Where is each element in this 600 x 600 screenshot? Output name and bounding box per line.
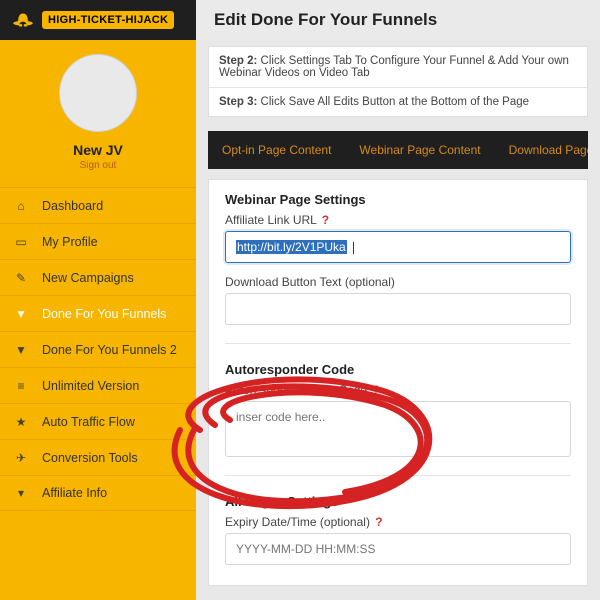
tab-webinar[interactable]: Webinar Page Content (345, 131, 494, 169)
section-title: Autoresponder Code (225, 362, 571, 377)
unlimited-icon: ≡ (14, 379, 28, 393)
sidebar-item-funnels[interactable]: ▼ Done For You Funnels (0, 295, 196, 331)
sidebar-item-label: Done For You Funnels 2 (42, 343, 177, 357)
affiliate-icon: ▾ (14, 486, 28, 500)
signout-link[interactable]: Sign out (80, 160, 117, 171)
sidebar: HIGH-TICKET-HIJACK New JV Sign out ⌂ Das… (0, 0, 196, 600)
sidebar-item-label: Auto Traffic Flow (42, 415, 135, 429)
all-pages-block: All Pages Settings Expiry Date/Time (opt… (225, 494, 571, 565)
step-text: Click Settings Tab To Configure Your Fun… (219, 55, 569, 79)
sidebar-item-label: Done For You Funnels (42, 307, 166, 321)
pencil-icon: ✎ (14, 271, 28, 285)
sidebar-nav: ⌂ Dashboard ▭ My Profile ✎ New Campaigns… (0, 187, 196, 511)
traffic-icon: ★ (14, 415, 28, 429)
webinar-settings-block: Webinar Page Settings Affiliate Link URL… (225, 192, 571, 325)
sidebar-item-label: New Campaigns (42, 271, 134, 285)
field-label: Download Button Text (optional) (225, 275, 571, 289)
sidebar-item-my-profile[interactable]: ▭ My Profile (0, 223, 196, 259)
step-label: Step 3: (219, 96, 257, 108)
sidebar-item-unlimited[interactable]: ≡ Unlimited Version (0, 367, 196, 403)
section-title: Webinar Page Settings (225, 192, 571, 207)
sidebar-item-funnels-2[interactable]: ▼ Done For You Funnels 2 (0, 331, 196, 367)
section-title: All Pages Settings (225, 494, 571, 509)
step-label: Step 2: (219, 55, 257, 67)
help-icon[interactable]: ? (372, 383, 379, 397)
divider (225, 475, 571, 476)
label-text: Autoresponder Form Code (225, 383, 367, 397)
step-text: Click Save All Edits Button at the Botto… (257, 96, 529, 108)
sidebar-item-label: Unlimited Version (42, 379, 139, 393)
profile-name: New JV (73, 142, 123, 158)
avatar (59, 54, 137, 132)
spy-icon (10, 7, 36, 33)
sidebar-item-label: Affiliate Info (42, 486, 107, 500)
tabs: Opt-in Page Content Webinar Page Content… (208, 131, 588, 169)
autoresponder-block: Autoresponder Code Autoresponder Form Co… (225, 362, 571, 457)
affiliate-url-input[interactable]: http://bit.ly/2V1PUka (225, 231, 571, 263)
sidebar-item-label: My Profile (42, 235, 98, 249)
expiry-datetime-input[interactable] (225, 533, 571, 565)
autoresponder-code-input[interactable] (225, 401, 571, 457)
sidebar-item-conversion[interactable]: ✈ Conversion Tools (0, 439, 196, 475)
tools-icon: ✈ (14, 451, 28, 465)
selected-text: http://bit.ly/2V1PUka (236, 240, 347, 254)
funnel-icon: ▼ (14, 307, 28, 321)
steps-panel: Step 2: Click Settings Tab To Configure … (208, 46, 588, 117)
label-text: Expiry Date/Time (optional) (225, 515, 370, 529)
home-icon: ⌂ (14, 199, 28, 213)
sidebar-item-traffic[interactable]: ★ Auto Traffic Flow (0, 403, 196, 439)
tab-optin[interactable]: Opt-in Page Content (208, 131, 345, 169)
field-label: Affiliate Link URL ? (225, 213, 571, 227)
profile-block: New JV Sign out (0, 40, 196, 181)
brand-name: HIGH-TICKET-HIJACK (42, 11, 174, 29)
sidebar-item-affiliate[interactable]: ▾ Affiliate Info (0, 475, 196, 511)
logo-bar: HIGH-TICKET-HIJACK (0, 0, 196, 40)
main: Edit Done For Your Funnels Step 2: Click… (196, 0, 600, 600)
help-icon[interactable]: ? (375, 515, 382, 529)
tab-download[interactable]: Download Page Content (495, 131, 588, 169)
field-label: Expiry Date/Time (optional) ? (225, 515, 571, 529)
text-cursor-icon (353, 242, 354, 254)
divider (225, 343, 571, 344)
download-text-input[interactable] (225, 293, 571, 325)
funnel-icon: ▼ (14, 343, 28, 357)
page-title: Edit Done For Your Funnels (196, 0, 600, 40)
label-text: Affiliate Link URL (225, 213, 316, 227)
sidebar-item-label: Conversion Tools (42, 451, 138, 465)
sidebar-item-label: Dashboard (42, 199, 103, 213)
profile-icon: ▭ (14, 235, 28, 249)
app-root: HIGH-TICKET-HIJACK New JV Sign out ⌂ Das… (0, 0, 600, 600)
sidebar-item-dashboard[interactable]: ⌂ Dashboard (0, 187, 196, 223)
help-icon[interactable]: ? (322, 213, 329, 227)
step-row: Step 2: Click Settings Tab To Configure … (209, 47, 587, 88)
step-row: Step 3: Click Save All Edits Button at t… (209, 88, 587, 116)
field-label: Autoresponder Form Code ? (225, 383, 571, 397)
sidebar-item-new-campaigns[interactable]: ✎ New Campaigns (0, 259, 196, 295)
settings-form: Webinar Page Settings Affiliate Link URL… (208, 179, 588, 586)
